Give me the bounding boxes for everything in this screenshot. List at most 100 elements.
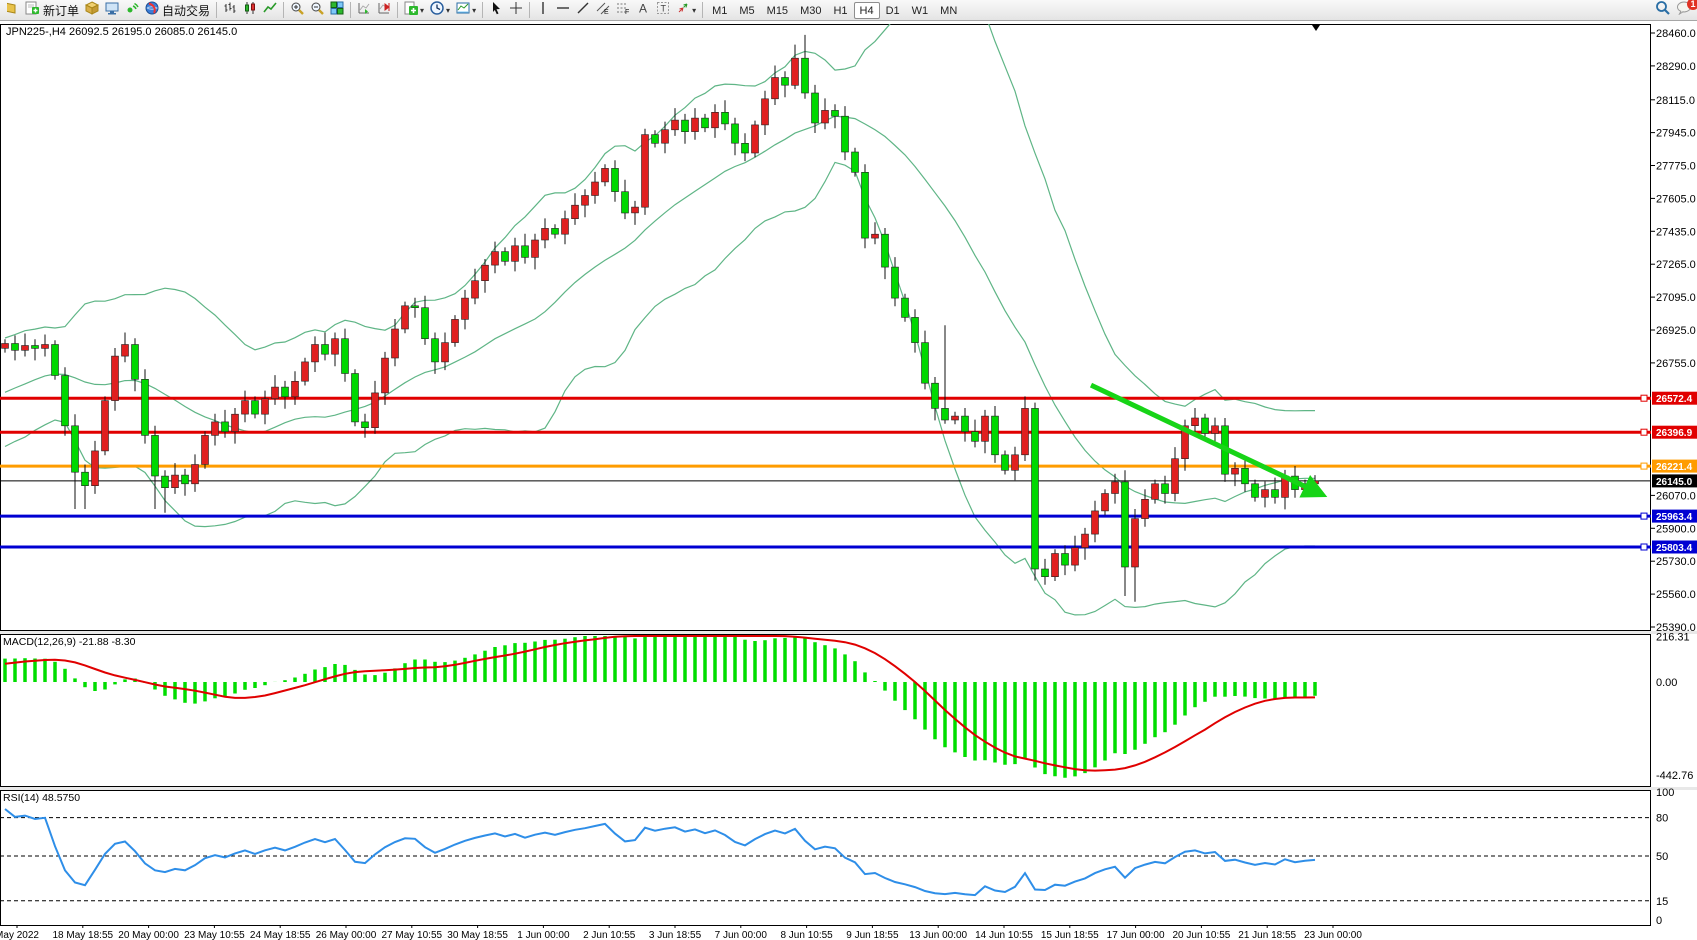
candle-down bbox=[1062, 554, 1069, 566]
line-handle[interactable] bbox=[1641, 395, 1647, 401]
messages-button[interactable]: 1 bbox=[1673, 1, 1695, 20]
auto-scroll-button[interactable] bbox=[354, 1, 374, 20]
svg-text:26925.0: 26925.0 bbox=[1656, 325, 1696, 337]
clipped-icon[interactable] bbox=[2, 1, 22, 20]
arrows-button[interactable]: ▾ bbox=[673, 1, 699, 20]
indicators-button[interactable]: ▾ bbox=[401, 1, 427, 20]
timeframe-h4-button[interactable]: H4 bbox=[854, 2, 880, 19]
timeframe-m15-button[interactable]: M15 bbox=[761, 2, 794, 19]
candle-up bbox=[582, 196, 589, 206]
macd-label: MACD(12,26,9) -21.88 -8.30 bbox=[3, 636, 136, 648]
line-handle[interactable] bbox=[1641, 544, 1647, 550]
chart-shift-button[interactable] bbox=[374, 1, 394, 20]
candle-down bbox=[32, 346, 39, 349]
svg-text:26 May 00:00: 26 May 00:00 bbox=[316, 930, 377, 940]
candle-down bbox=[222, 422, 229, 432]
candle-down bbox=[522, 246, 529, 258]
svg-text:24 May 18:55: 24 May 18:55 bbox=[250, 930, 311, 940]
trendline-button[interactable] bbox=[573, 1, 593, 20]
periods-button[interactable]: ▾ bbox=[427, 1, 453, 20]
candle-down bbox=[52, 345, 59, 376]
line-handle[interactable] bbox=[1641, 463, 1647, 469]
template-icon bbox=[456, 1, 470, 20]
candle-up bbox=[1102, 494, 1109, 511]
crosshair-button[interactable] bbox=[506, 1, 526, 20]
timeframe-m5-button[interactable]: M5 bbox=[733, 2, 760, 19]
candle-down bbox=[432, 339, 439, 362]
search-button[interactable] bbox=[1652, 1, 1673, 20]
svg-text:25803.4: 25803.4 bbox=[1656, 543, 1693, 554]
candle-up bbox=[572, 205, 579, 219]
candle-up bbox=[372, 393, 379, 428]
market-watch-button[interactable] bbox=[82, 1, 102, 20]
line-handle[interactable] bbox=[1641, 513, 1647, 519]
dropdown-caret-icon[interactable]: ▾ bbox=[446, 6, 450, 15]
tile-windows-button[interactable] bbox=[327, 1, 347, 20]
candle-up bbox=[752, 125, 759, 153]
candle-up bbox=[42, 345, 49, 349]
bar-chart-button[interactable] bbox=[220, 1, 240, 20]
candle-up bbox=[102, 401, 109, 451]
chart-title: JPN225-,H4 26092.5 26195.0 26085.0 26145… bbox=[6, 26, 237, 38]
signal-button[interactable] bbox=[122, 1, 142, 20]
horizontal-line-button[interactable] bbox=[553, 1, 573, 20]
candle-up bbox=[532, 240, 539, 257]
zoom-out-button[interactable] bbox=[307, 1, 327, 20]
dropdown-caret-icon[interactable]: ▾ bbox=[472, 6, 476, 15]
candle-down bbox=[502, 252, 509, 262]
line-chart-button[interactable] bbox=[260, 1, 280, 20]
candle-down bbox=[1122, 482, 1129, 567]
candle-up bbox=[1262, 490, 1269, 498]
text-label-button[interactable]: T bbox=[653, 1, 673, 20]
new-order-icon bbox=[25, 1, 40, 20]
timeframe-d1-button[interactable]: D1 bbox=[880, 2, 906, 19]
candle-up bbox=[1172, 459, 1179, 494]
terminal-window-button[interactable] bbox=[102, 1, 122, 20]
zoom-in-button[interactable] bbox=[287, 1, 307, 20]
svg-text:21 Jun 18:55: 21 Jun 18:55 bbox=[1238, 930, 1296, 940]
timeframe-m1-button[interactable]: M1 bbox=[706, 2, 733, 19]
candle-up bbox=[332, 339, 339, 355]
timeframe-h1-button[interactable]: H1 bbox=[827, 2, 853, 19]
chart-canvas[interactable]: JPN225-,H4 26092.5 26195.0 26085.0 26145… bbox=[0, 21, 1697, 940]
svg-text:8 Jun 10:55: 8 Jun 10:55 bbox=[780, 930, 833, 940]
svg-text:13 Jun 00:00: 13 Jun 00:00 bbox=[909, 930, 967, 940]
svg-text:25560.0: 25560.0 bbox=[1656, 589, 1696, 601]
svg-text:E: E bbox=[604, 9, 609, 15]
templates-button[interactable]: ▾ bbox=[453, 1, 479, 20]
notification-badge: 1 bbox=[1687, 0, 1697, 10]
dropdown-caret-icon[interactable]: ▾ bbox=[420, 6, 424, 15]
pane-splitter[interactable] bbox=[0, 631, 1697, 634]
timeframe-w1-button[interactable]: W1 bbox=[906, 2, 935, 19]
svg-text:27945.0: 27945.0 bbox=[1656, 128, 1696, 140]
indicators-icon bbox=[404, 1, 418, 20]
candle-down bbox=[912, 317, 919, 342]
candle-down bbox=[782, 78, 789, 86]
candle-down bbox=[182, 475, 189, 484]
dropdown-caret-icon[interactable]: ▾ bbox=[692, 6, 696, 15]
equidistant-channel-button[interactable]: E bbox=[593, 1, 613, 20]
vertical-line-button[interactable] bbox=[533, 1, 553, 20]
fibonacci-button[interactable]: F bbox=[613, 1, 633, 20]
line-handle[interactable] bbox=[1641, 429, 1647, 435]
search-icon bbox=[1655, 0, 1670, 20]
zoomin-icon bbox=[290, 1, 304, 20]
cube-icon bbox=[85, 1, 99, 20]
candle-up bbox=[772, 78, 779, 99]
autotrading-button[interactable]: 自动交易 bbox=[142, 1, 213, 20]
candle-up bbox=[22, 346, 29, 351]
candle-down bbox=[612, 168, 619, 191]
pane-splitter[interactable] bbox=[0, 787, 1697, 790]
new-order-button[interactable]: 新订单 bbox=[22, 1, 82, 20]
svg-text:20 May 00:00: 20 May 00:00 bbox=[118, 930, 179, 940]
macd-axis-label: 216.31 bbox=[1656, 632, 1690, 644]
cursor-button[interactable] bbox=[486, 1, 506, 20]
text-button[interactable]: A bbox=[633, 1, 653, 20]
candle-up bbox=[192, 465, 199, 484]
candle-down bbox=[902, 298, 909, 317]
timeframe-m30-button[interactable]: M30 bbox=[794, 2, 827, 19]
candlestick-chart-button[interactable] bbox=[240, 1, 260, 20]
timeframe-mn-button[interactable]: MN bbox=[934, 2, 963, 19]
cursor-icon bbox=[489, 1, 503, 20]
toolbar-separator bbox=[482, 2, 483, 18]
